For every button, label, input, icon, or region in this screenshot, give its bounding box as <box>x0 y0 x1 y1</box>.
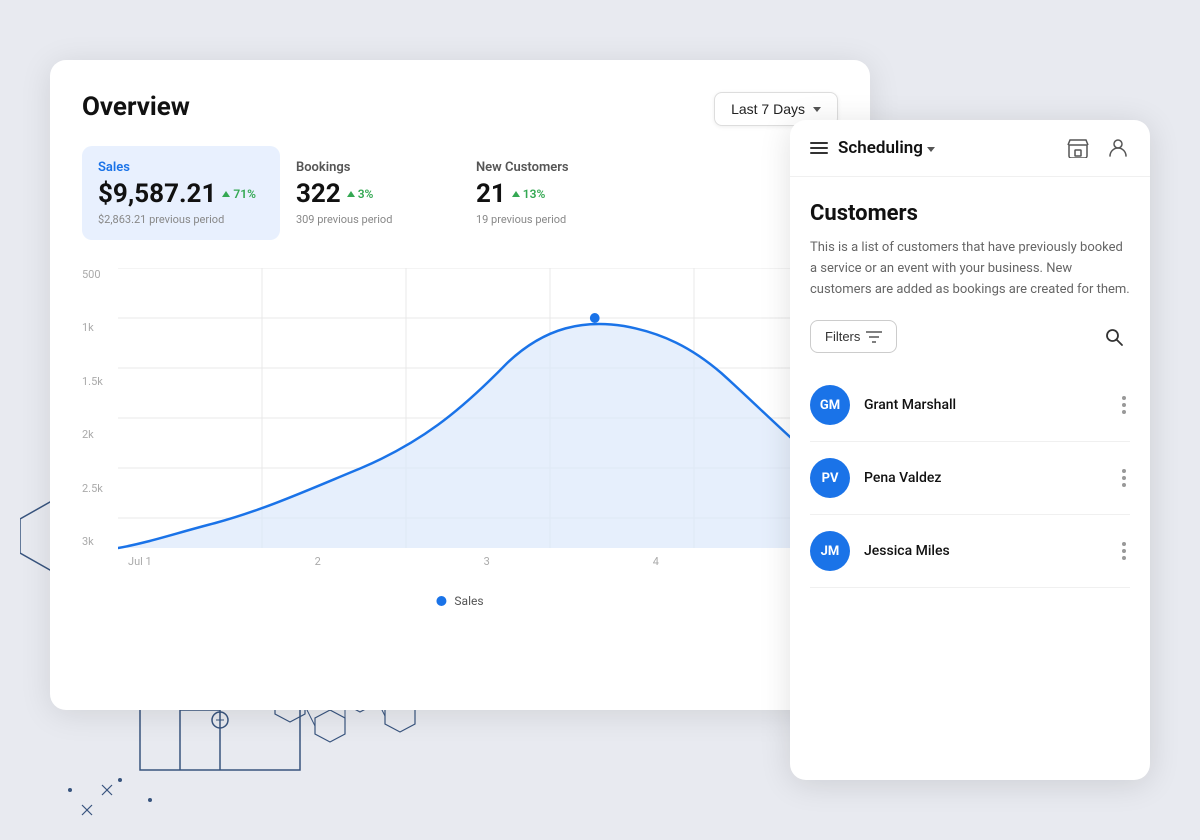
more-menu-gm[interactable] <box>1118 392 1130 418</box>
metric-new-customers-value: 21 13% <box>476 179 616 209</box>
chart-legend: Sales <box>436 594 483 608</box>
metric-new-customers-label: New Customers <box>476 160 616 175</box>
customer-avatar-pv: PV <box>810 458 850 498</box>
person-icon-button[interactable] <box>1106 136 1130 160</box>
filter-icon <box>866 330 882 344</box>
customers-body: Customers This is a list of customers th… <box>790 177 1150 604</box>
legend-label: Sales <box>454 594 483 608</box>
customers-card-header: Scheduling <box>790 120 1150 177</box>
metric-sales-prev: $2,863.21 previous period <box>98 213 256 226</box>
chart-area: 3k 2.5k 2k 1.5k 1k 500 <box>82 268 838 608</box>
person-icon <box>1108 137 1128 159</box>
chevron-down-icon <box>813 107 821 112</box>
arrow-up-icon <box>347 191 355 197</box>
search-icon <box>1104 327 1124 347</box>
metric-bookings-badge: 3% <box>347 187 374 201</box>
legend-dot <box>436 596 446 606</box>
customer-name-jm: Jessica Miles <box>864 543 1104 559</box>
more-menu-jm[interactable] <box>1118 538 1130 564</box>
metric-sales[interactable]: Sales $9,587.21 71% $2,863.21 previous p… <box>82 146 280 240</box>
metric-bookings-label: Bookings <box>296 160 436 175</box>
scheduling-chevron-icon <box>927 147 935 152</box>
customers-description: This is a list of customers that have pr… <box>810 238 1130 300</box>
date-filter-label: Last 7 Days <box>731 101 805 117</box>
filters-row: Filters <box>810 320 1130 353</box>
customer-row: PV Pena Valdez <box>810 442 1130 515</box>
metric-bookings-prev: 309 previous period <box>296 213 436 226</box>
metric-sales-badge: 71% <box>222 187 256 201</box>
chart-svg-container <box>118 268 838 568</box>
customer-avatar-gm: GM <box>810 385 850 425</box>
metrics-row: Sales $9,587.21 71% $2,863.21 previous p… <box>82 146 838 240</box>
store-icon <box>1067 138 1089 158</box>
metric-sales-value: $9,587.21 71% <box>98 179 256 209</box>
customers-list: GM Grant Marshall PV Pena Valdez JM Jess… <box>810 369 1130 588</box>
search-button[interactable] <box>1098 321 1130 353</box>
metric-new-customers[interactable]: New Customers 21 13% 19 previous period <box>460 146 640 240</box>
chart-x-labels: Jul 1 2 3 4 5 <box>118 555 838 568</box>
customers-card: Scheduling <box>790 120 1150 780</box>
metric-sales-label: Sales <box>98 160 256 175</box>
store-icon-button[interactable] <box>1066 136 1090 160</box>
customer-row: GM Grant Marshall <box>810 369 1130 442</box>
metric-bookings[interactable]: Bookings 322 3% 309 previous period <box>280 146 460 240</box>
metric-new-customers-prev: 19 previous period <box>476 213 616 226</box>
more-menu-pv[interactable] <box>1118 465 1130 491</box>
metric-new-customers-badge: 13% <box>512 187 546 201</box>
arrow-up-icon <box>512 191 520 197</box>
sales-chart <box>118 268 838 568</box>
customers-section-title: Customers <box>810 201 1130 226</box>
customer-avatar-jm: JM <box>810 531 850 571</box>
filters-button[interactable]: Filters <box>810 320 897 353</box>
hamburger-icon[interactable] <box>810 142 828 154</box>
arrow-up-icon <box>222 191 230 197</box>
filters-label: Filters <box>825 329 860 344</box>
chart-y-labels: 3k 2.5k 2k 1.5k 1k 500 <box>82 268 114 548</box>
header-icons <box>1066 136 1130 160</box>
customer-name-gm: Grant Marshall <box>864 397 1104 413</box>
metric-bookings-value: 322 3% <box>296 179 436 209</box>
customer-name-pv: Pena Valdez <box>864 470 1104 486</box>
customer-row: JM Jessica Miles <box>810 515 1130 588</box>
scheduling-title: Scheduling <box>838 138 1056 158</box>
cards-container: Overview Last 7 Days Sales $9,587.21 71%… <box>50 60 1150 780</box>
overview-card: Overview Last 7 Days Sales $9,587.21 71%… <box>50 60 870 710</box>
